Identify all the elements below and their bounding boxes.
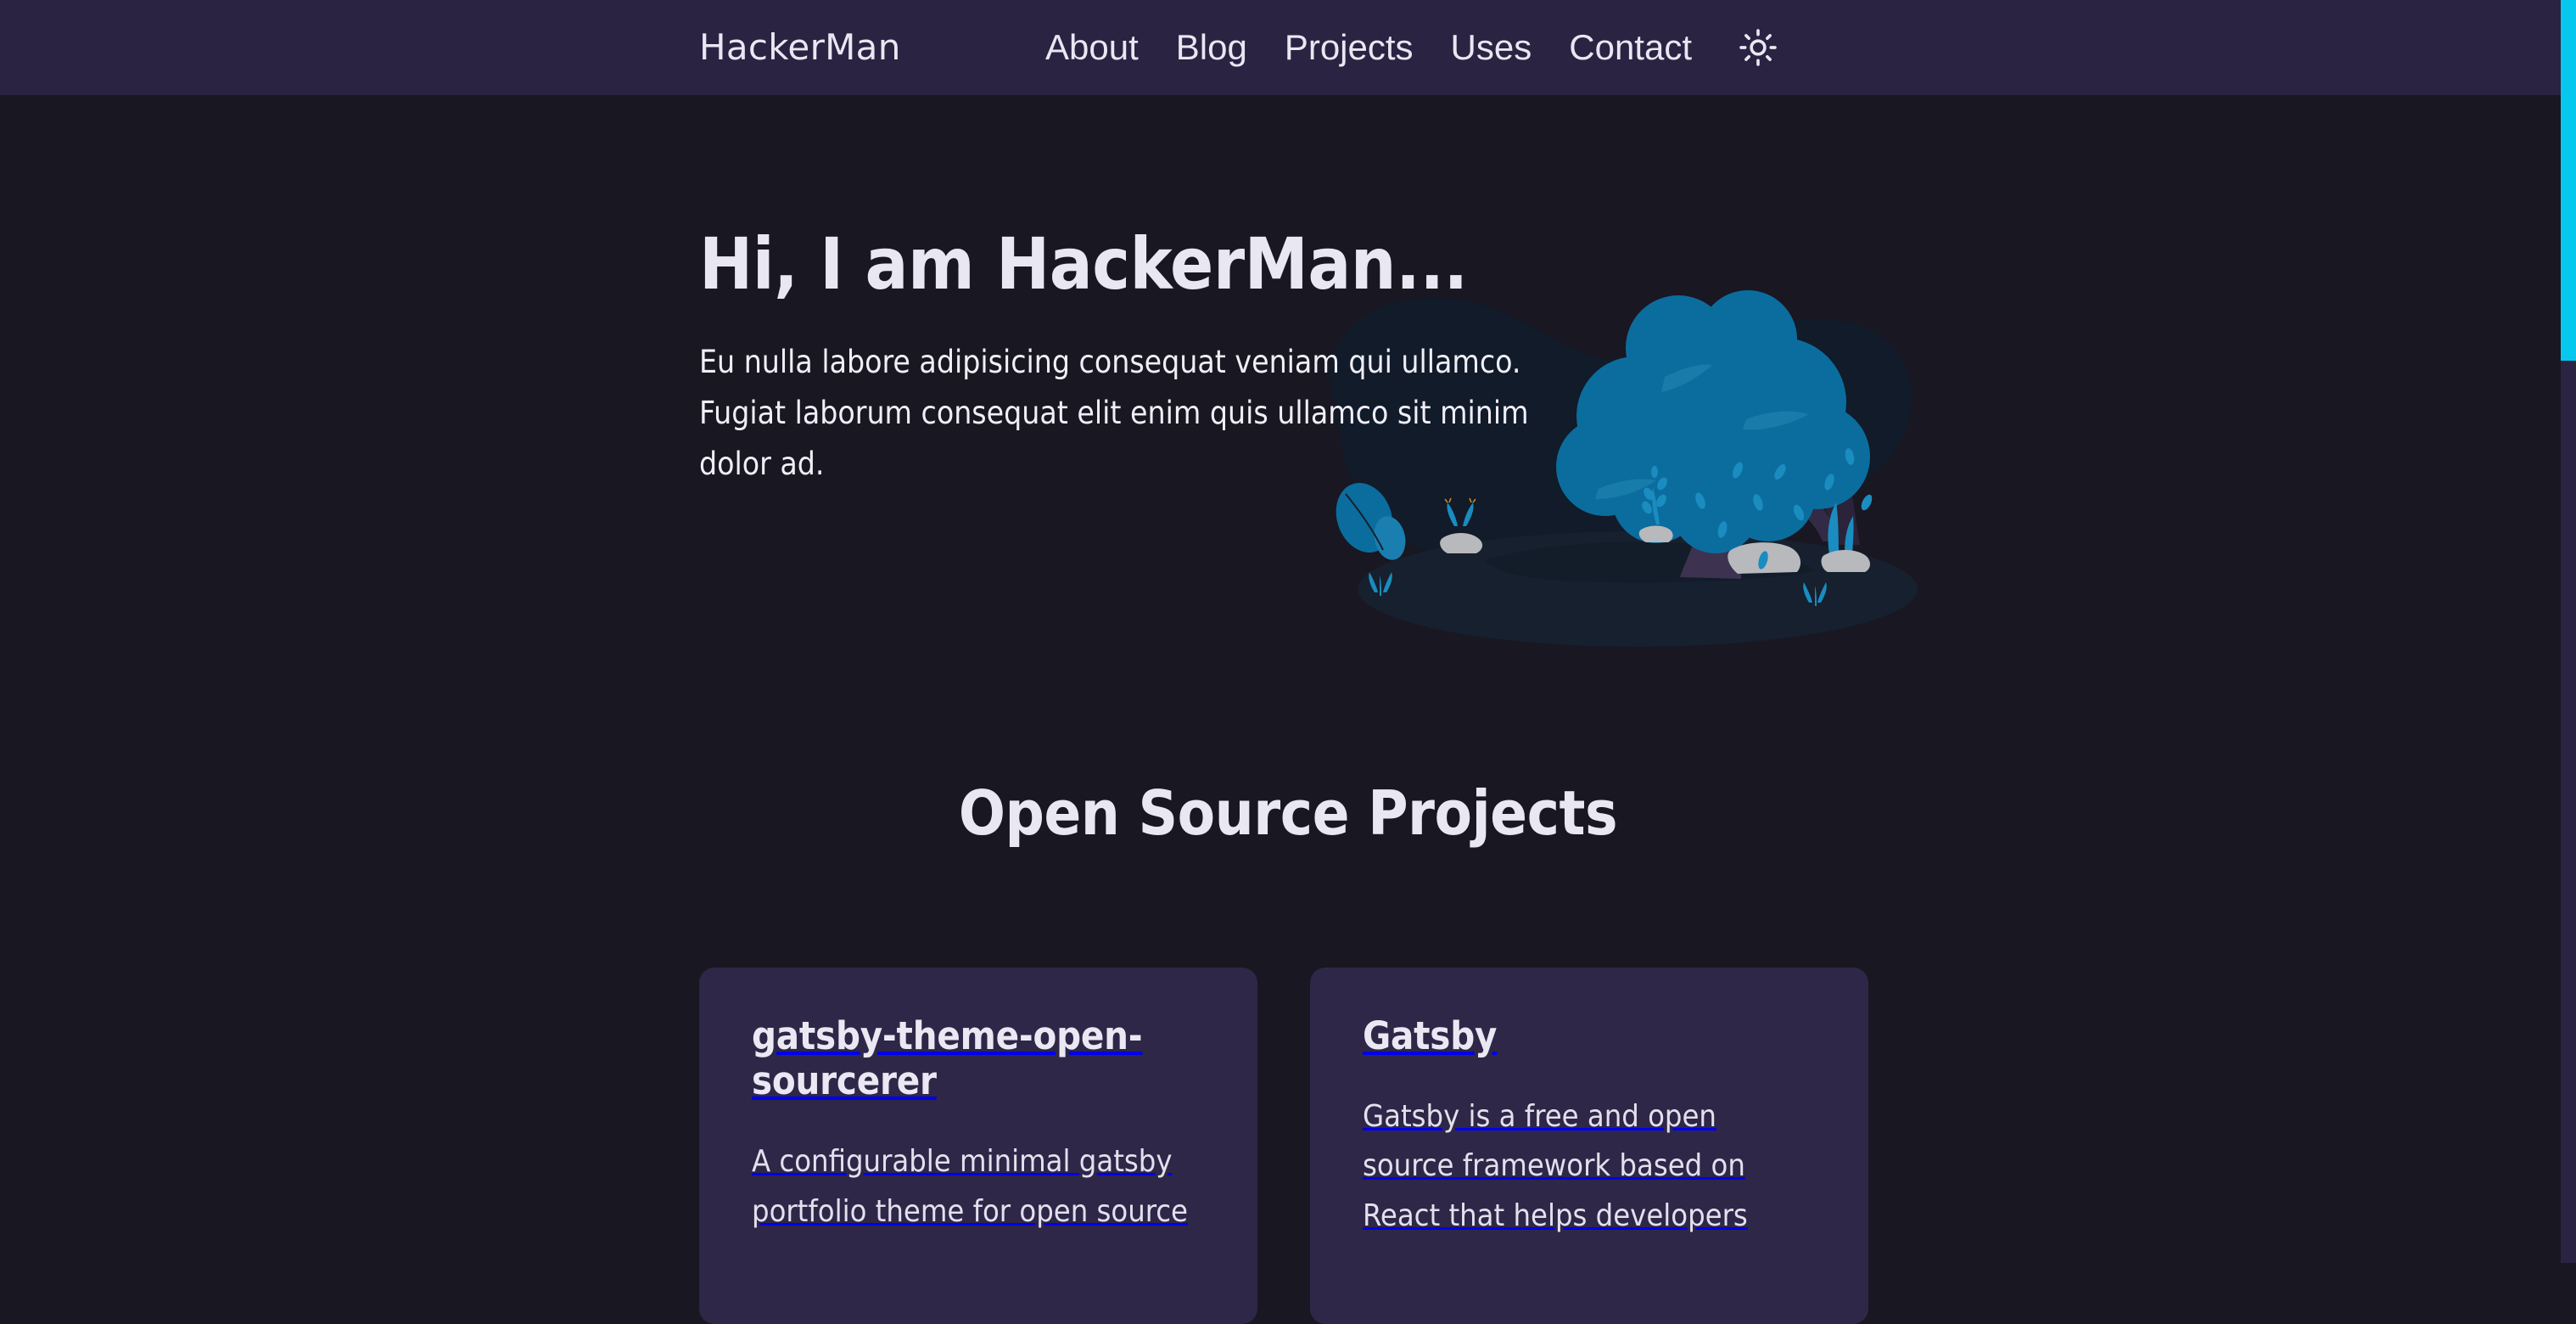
open-source-projects-section: Open Source Projects gatsby-theme-open-s… (0, 777, 2576, 1324)
nav-item-projects[interactable]: Projects (1266, 30, 1432, 65)
project-card-grid: gatsby-theme-open-sourcerer A configurab… (699, 968, 1868, 1324)
project-card-title: Gatsby (1363, 1013, 1498, 1058)
hero-text-block: Hi, I am HackerMan... Eu nulla labore ad… (699, 227, 1548, 490)
theme-toggle-button[interactable] (1733, 22, 1784, 73)
project-card-description: Gatsby is a free and open source framewo… (1363, 1099, 1748, 1233)
nav-item-contact[interactable]: Contact (1550, 30, 1711, 65)
project-card-title: gatsby-theme-open-sourcerer (752, 1013, 1143, 1104)
hero-section: Hi, I am HackerMan... Eu nulla labore ad… (0, 95, 2576, 783)
hero-title: Hi, I am HackerMan... (699, 222, 1468, 306)
hero-paragraph: Eu nulla labore adipisicing consequat ve… (699, 344, 1529, 483)
project-card-description: A configurable minimal gatsby portfolio … (752, 1144, 1188, 1229)
scrollbar-thumb[interactable] (2561, 0, 2576, 361)
sun-icon (1739, 29, 1777, 66)
nav-item-uses[interactable]: Uses (1432, 30, 1551, 65)
section-title: Open Source Projects (958, 777, 1618, 849)
nav-item-blog[interactable]: Blog (1157, 30, 1266, 65)
brand-logo[interactable]: HackerMan (699, 30, 901, 65)
project-card[interactable]: gatsby-theme-open-sourcerer A configurab… (699, 968, 1257, 1324)
project-card[interactable]: Gatsby Gatsby is a free and open source … (1310, 968, 1868, 1324)
nav-item-about[interactable]: About (1027, 30, 1157, 65)
site-header: HackerMan About Blog Projects Uses Conta… (0, 0, 2576, 95)
main-navigation: About Blog Projects Uses Contact (1027, 22, 1784, 73)
